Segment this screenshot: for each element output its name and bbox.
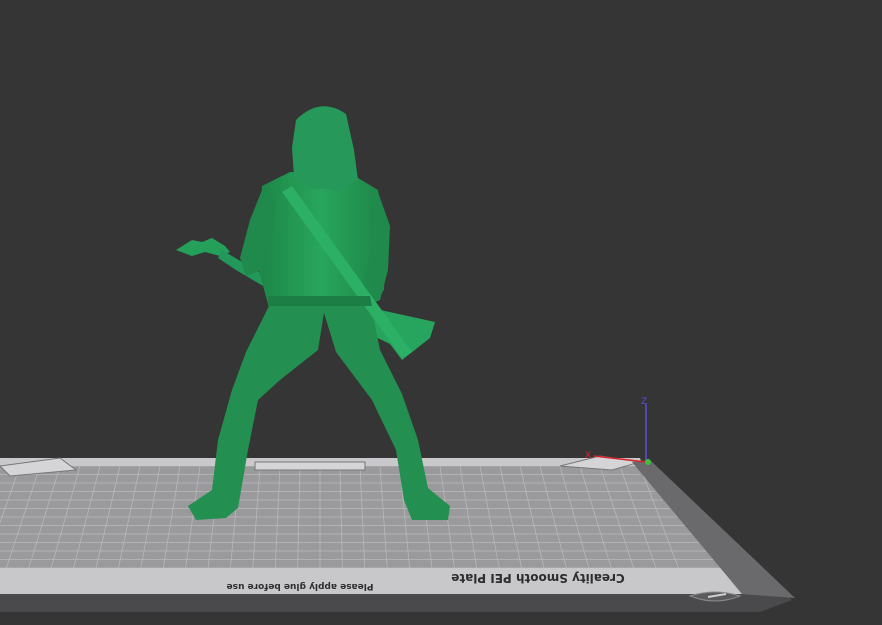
x-axis-label: X [585, 451, 591, 461]
scene-canvas[interactable]: Creality Smooth PEI Plate Please apply g… [0, 0, 882, 625]
build-plate[interactable]: Creality Smooth PEI Plate Please apply g… [0, 455, 795, 612]
model-belt [268, 296, 372, 306]
plate-clip-center-icon [254, 461, 366, 471]
y-axis-origin [645, 459, 651, 465]
model-guitarist[interactable] [176, 106, 450, 520]
axis-gizmo: Z X [585, 397, 651, 465]
z-axis-label: Z [641, 397, 647, 407]
build-plate-sublabel: Please apply glue before use [227, 581, 374, 591]
build-plate-label: Creality Smooth PEI Plate [451, 571, 625, 585]
3d-viewport[interactable]: Creality Smooth PEI Plate Please apply g… [0, 0, 882, 625]
model-hair [292, 106, 358, 190]
